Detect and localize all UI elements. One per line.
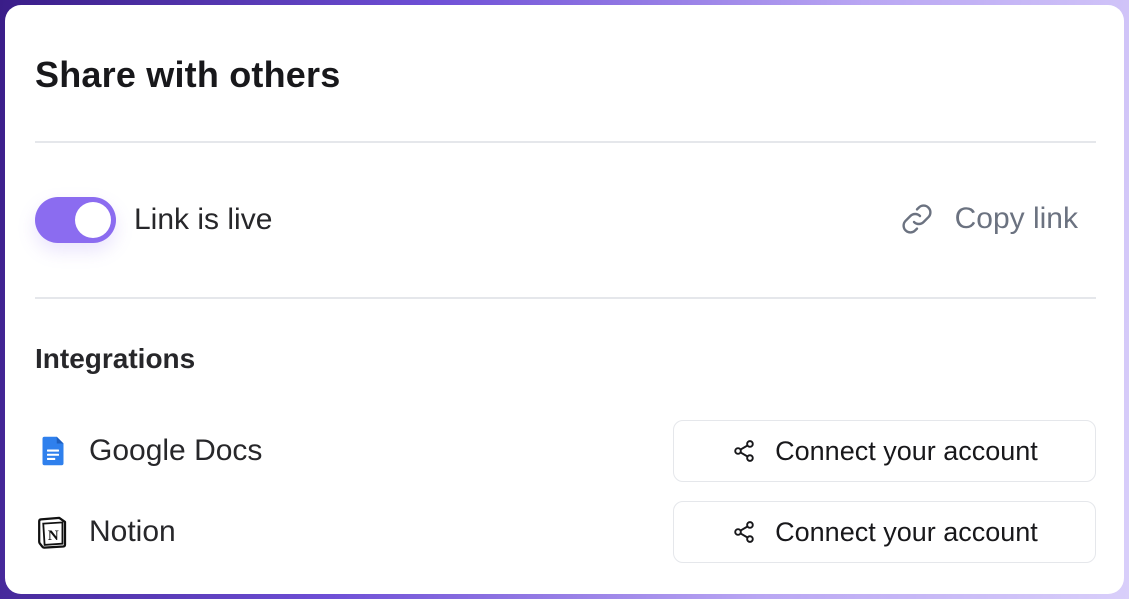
integration-row-notion: N Notion Connect your account bbox=[35, 501, 1096, 563]
integration-name: Google Docs bbox=[89, 434, 263, 467]
connect-button-label: Connect your account bbox=[775, 517, 1038, 547]
connect-google-docs-button[interactable]: Connect your account bbox=[673, 420, 1096, 482]
link-live-label: Link is live bbox=[134, 203, 273, 236]
svg-text:N: N bbox=[48, 528, 59, 544]
toggle-knob[interactable] bbox=[75, 202, 111, 238]
connect-button-label: Connect your account bbox=[775, 436, 1038, 466]
google-docs-icon bbox=[35, 433, 71, 469]
link-icon bbox=[899, 201, 935, 237]
integration-name: Notion bbox=[89, 515, 176, 548]
integrations-heading: Integrations bbox=[35, 343, 196, 374]
connect-notion-button[interactable]: Connect your account bbox=[673, 501, 1096, 563]
share-dialog: Share with others Link is live Copy link… bbox=[5, 5, 1124, 594]
divider bbox=[35, 297, 1096, 299]
link-live-toggle[interactable] bbox=[35, 197, 116, 243]
copy-link-label: Copy link bbox=[954, 202, 1078, 235]
notion-icon: N bbox=[35, 514, 71, 550]
integration-row-google-docs: Google Docs Connect your account bbox=[35, 420, 1096, 482]
divider bbox=[35, 141, 1096, 143]
copy-link-button[interactable]: Copy link bbox=[899, 199, 1078, 239]
dialog-title: Share with others bbox=[35, 54, 341, 95]
share-icon bbox=[731, 438, 757, 464]
share-icon bbox=[731, 519, 757, 545]
